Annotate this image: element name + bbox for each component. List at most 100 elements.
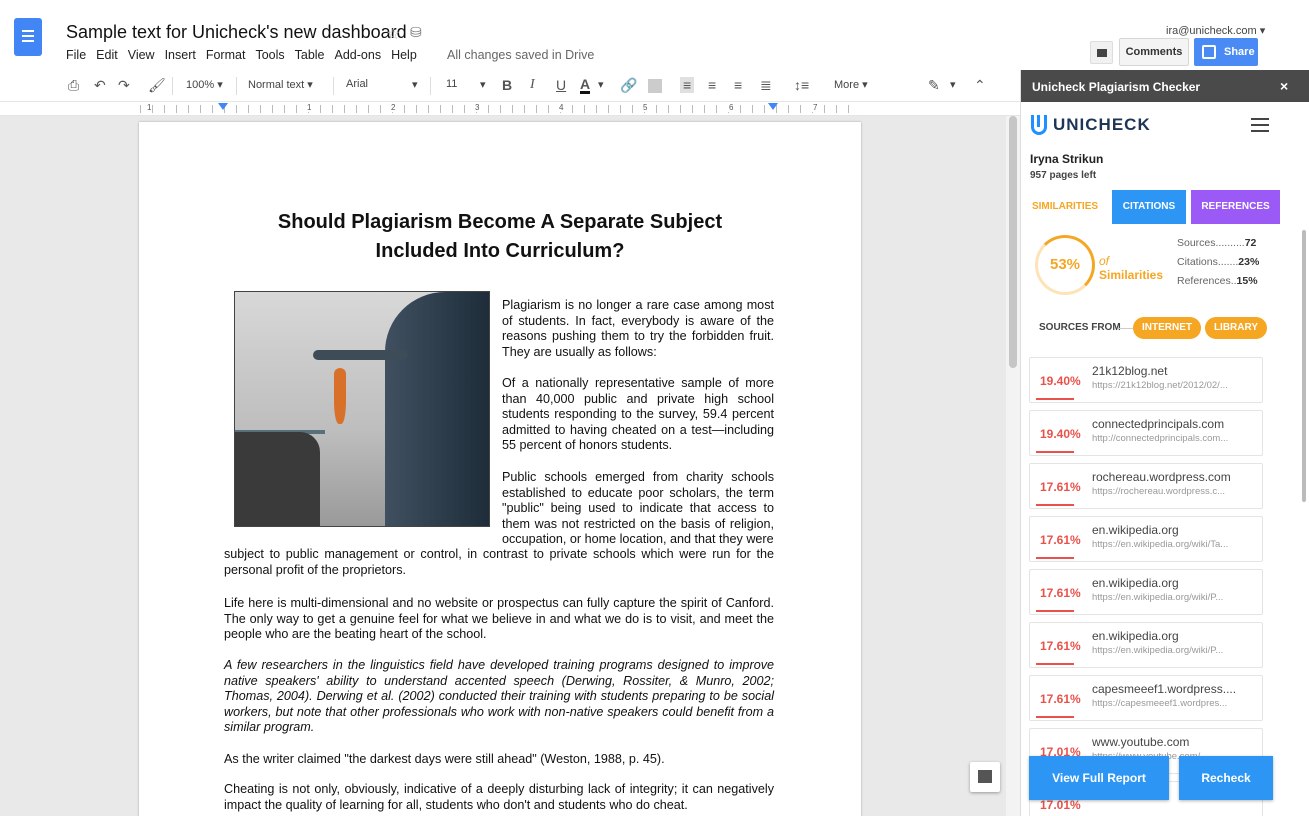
- face-silhouette: [385, 292, 489, 526]
- align-right-icon[interactable]: ≡: [734, 77, 742, 93]
- share-button[interactable]: Share: [1194, 38, 1258, 66]
- document-scrollbar[interactable]: [1006, 116, 1020, 816]
- text-color-button[interactable]: A: [580, 77, 591, 94]
- zoom-value: 100%: [186, 79, 215, 91]
- menu-edit[interactable]: Edit: [96, 48, 118, 62]
- menu-table[interactable]: Table: [295, 48, 325, 62]
- collapse-menus-icon[interactable]: ⌃: [974, 77, 986, 94]
- chevron-down-icon[interactable]: ▾: [598, 78, 604, 91]
- add-comment-icon: [978, 770, 992, 783]
- menu-addons[interactable]: Add-ons: [335, 48, 382, 62]
- account-switcher[interactable]: ira@unicheck.com ▾: [1166, 24, 1265, 37]
- document-title[interactable]: Sample text for Unicheck's new dashboard: [66, 22, 407, 43]
- font-size-select[interactable]: 11: [446, 78, 457, 90]
- star-icon[interactable]: ☆: [386, 24, 400, 44]
- print-icon[interactable]: ⎙: [68, 77, 79, 94]
- source-url: https://en.wikipedia.org/wiki/P...: [1092, 592, 1224, 603]
- menu-view[interactable]: View: [128, 48, 155, 62]
- source-result-card[interactable]: 19.40% connectedprincipals.com http://conn…: [1029, 410, 1263, 456]
- source-result-card[interactable]: 17.61% capesmeeef1.wordpress.... https://c…: [1029, 675, 1263, 721]
- match-underline: [1036, 663, 1074, 665]
- chevron-down-icon[interactable]: ▾: [480, 78, 486, 91]
- insert-comment-icon[interactable]: [648, 79, 662, 93]
- source-result-card[interactable]: 17.61% en.wikipedia.org https://en.wikiped…: [1029, 516, 1263, 562]
- zoom-select[interactable]: 100% ▾: [186, 78, 223, 91]
- scrollbar-thumb[interactable]: [1009, 116, 1017, 368]
- left-indent-marker[interactable]: [218, 103, 228, 110]
- add-comment-button[interactable]: [970, 762, 1000, 792]
- similarity-label: Similarities: [1099, 268, 1164, 282]
- font-select[interactable]: Arial: [346, 78, 368, 90]
- paragraph: Life here is multi-dimensional and no we…: [224, 596, 774, 641]
- view-full-report-button[interactable]: View Full Report: [1029, 756, 1169, 800]
- paint-format-icon[interactable]: 🖌: [148, 77, 166, 94]
- filter-internet-chip[interactable]: INTERNET: [1133, 317, 1201, 339]
- style-value: Normal text: [248, 79, 305, 91]
- match-underline: [1036, 557, 1074, 559]
- undo-icon[interactable]: ↶: [94, 77, 106, 94]
- source-result-card[interactable]: 17.61% en.wikipedia.org https://en.wikiped…: [1029, 622, 1263, 668]
- close-icon[interactable]: ×: [1280, 78, 1288, 94]
- source-result-card[interactable]: 17.61% en.wikipedia.org https://en.wikiped…: [1029, 569, 1263, 615]
- redo-icon[interactable]: ↷: [118, 77, 130, 94]
- source-result-card[interactable]: 19.40% 21k12blog.net https://21k12blog.net…: [1029, 357, 1263, 403]
- sidebar-scrollbar-thumb[interactable]: [1302, 230, 1306, 502]
- link-icon[interactable]: 🔗: [620, 77, 637, 94]
- source-domain: en.wikipedia.org: [1092, 523, 1179, 537]
- more-button[interactable]: More ▾: [834, 78, 868, 91]
- pinocchio-nose-illustration[interactable]: [234, 291, 490, 527]
- menu-insert[interactable]: Insert: [165, 48, 196, 62]
- italic-button[interactable]: I: [530, 77, 535, 93]
- paragraph: Cheating is not only, obviously, indicat…: [224, 782, 774, 812]
- stat-sources: Sources..........72: [1177, 237, 1256, 249]
- ruler-number: 7: [812, 103, 819, 112]
- align-left-icon[interactable]: ≡: [680, 77, 695, 93]
- account-email: ira@unicheck.com: [1166, 25, 1257, 37]
- menu-tools[interactable]: Tools: [255, 48, 284, 62]
- filter-library-chip[interactable]: LIBRARY: [1205, 317, 1267, 339]
- stat-label: References..: [1177, 275, 1237, 287]
- horizontal-ruler[interactable]: 1 1 2 3 4 5 6 7: [0, 102, 1020, 116]
- line-spacing-icon[interactable]: ↕≡: [794, 77, 809, 93]
- tab-citations[interactable]: CITATIONS: [1112, 190, 1186, 224]
- match-underline: [1036, 610, 1074, 612]
- justify-icon[interactable]: ≣: [760, 77, 772, 94]
- editing-mode-pencil-icon[interactable]: ✎: [928, 77, 940, 94]
- tab-similarities[interactable]: SIMILARITIES: [1021, 190, 1109, 224]
- hamburger-menu-icon[interactable]: [1251, 118, 1269, 132]
- move-to-folder-icon[interactable]: ⛁: [410, 24, 422, 41]
- menu-file[interactable]: File: [66, 48, 86, 62]
- toolbar-divider: [172, 77, 173, 95]
- source-domain: www.youtube.com: [1092, 735, 1190, 749]
- chevron-down-icon[interactable]: ▾: [412, 78, 418, 91]
- underline-button[interactable]: U: [556, 77, 566, 93]
- google-docs-logo-icon[interactable]: [14, 18, 42, 56]
- stat-value: 15%: [1236, 275, 1258, 287]
- bold-button[interactable]: B: [502, 77, 512, 93]
- ruler-number: 1: [146, 103, 153, 112]
- save-status[interactable]: All changes saved in Drive: [447, 48, 594, 62]
- style-select[interactable]: Normal text ▾: [248, 78, 313, 91]
- paragraph: Plagiarism is no longer a rare case amon…: [502, 298, 774, 359]
- match-percentage: 17.61%: [1040, 586, 1081, 600]
- toolbar-divider: [333, 77, 334, 95]
- sidebar-titlebar: Unicheck Plagiarism Checker ×: [1021, 70, 1309, 102]
- chevron-down-icon[interactable]: ▾: [950, 78, 956, 91]
- source-url: https://21k12blog.net/2012/02/...: [1092, 380, 1228, 391]
- tab-references[interactable]: REFERENCES: [1191, 190, 1280, 224]
- source-result-card[interactable]: 17.61% rochereau.wordpress.com https://roc…: [1029, 463, 1263, 509]
- source-domain: connectedprincipals.com: [1092, 417, 1225, 431]
- recheck-button[interactable]: Recheck: [1179, 756, 1273, 800]
- comments-button[interactable]: Comments: [1119, 38, 1189, 66]
- menu-format[interactable]: Format: [206, 48, 246, 62]
- stat-references: References..15%: [1177, 275, 1258, 287]
- ruler-number: 6: [728, 103, 735, 112]
- document-page[interactable]: Should Plagiarism Become A Separate Subj…: [139, 122, 861, 816]
- align-center-icon[interactable]: ≡: [708, 77, 716, 93]
- right-indent-marker[interactable]: [768, 103, 778, 110]
- paragraph: subject to public management or control,…: [224, 547, 774, 577]
- menu-help[interactable]: Help: [391, 48, 417, 62]
- comment-history-button[interactable]: [1090, 41, 1113, 64]
- stat-citations: Citations.......23%: [1177, 256, 1259, 268]
- ruler-number: 1: [306, 103, 313, 112]
